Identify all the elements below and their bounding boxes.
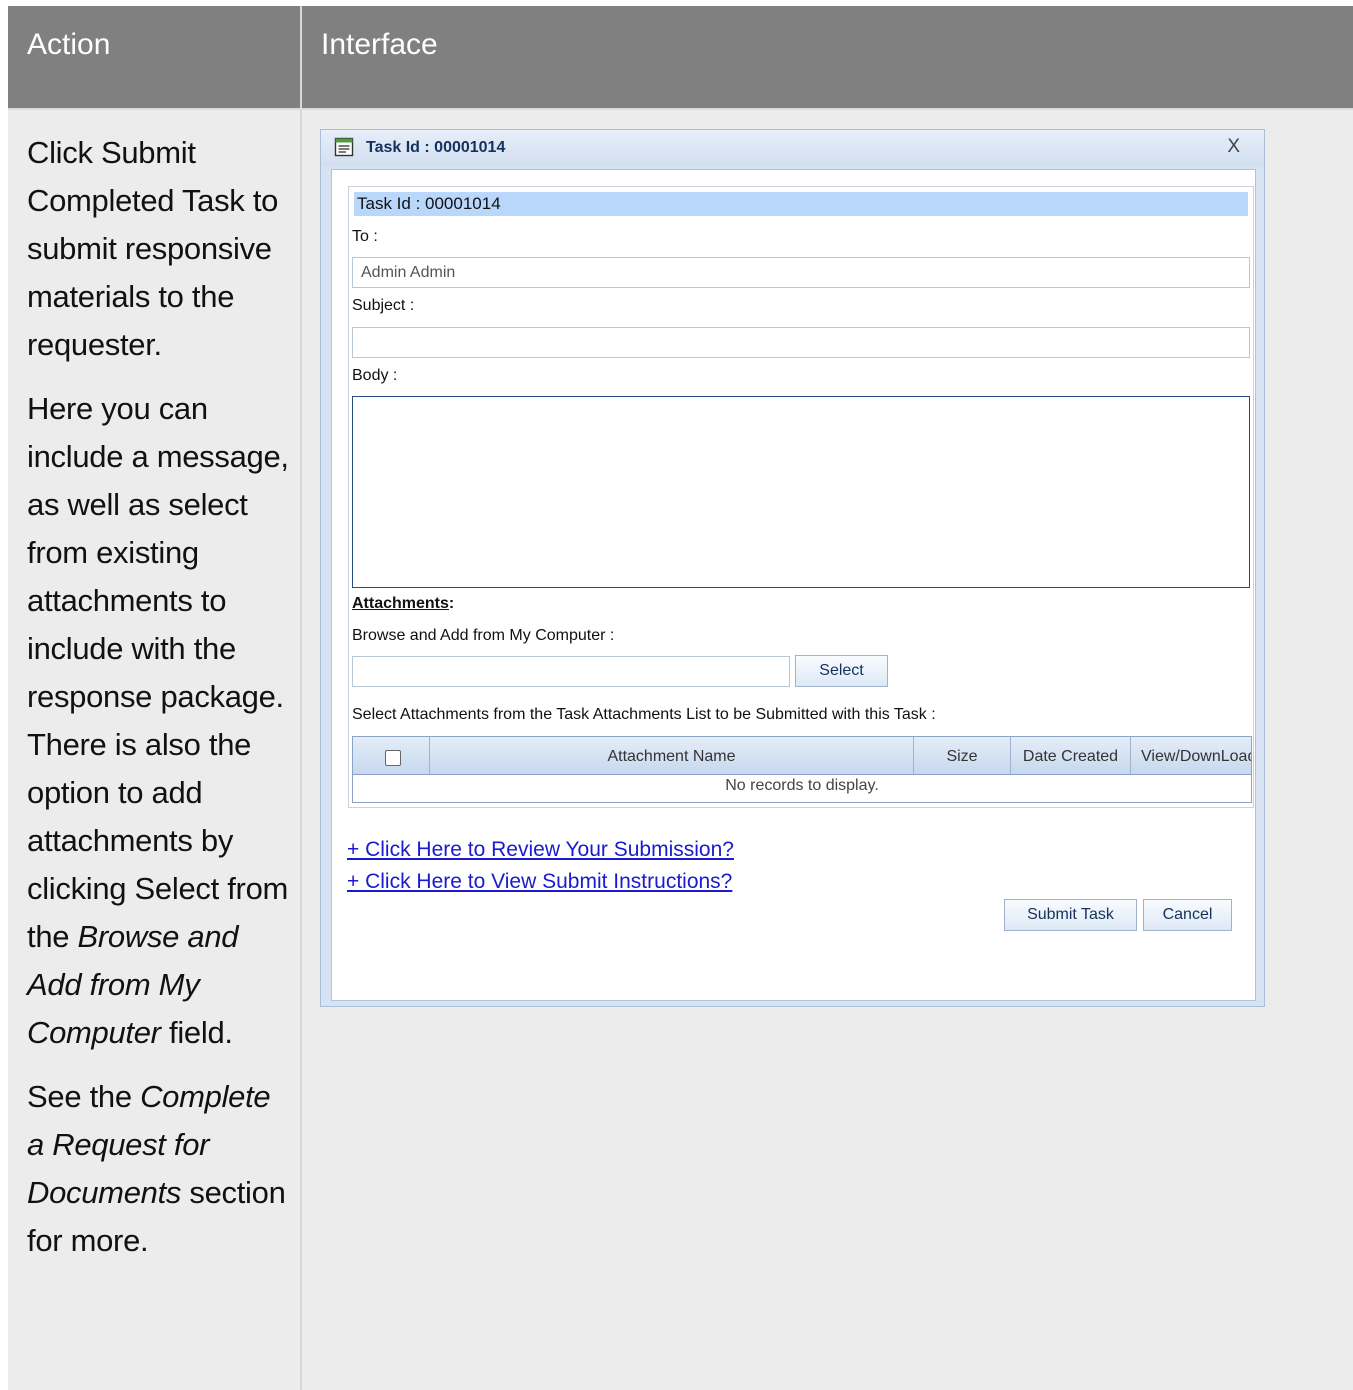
subject-label: Subject :: [352, 297, 415, 314]
browse-label: Browse and Add from My Computer :: [352, 627, 615, 644]
grid-header: Attachment Name Size Date Created View/D…: [353, 737, 1251, 775]
header-border: [8, 108, 1353, 110]
action-text-span: See the: [27, 1079, 141, 1114]
task-dialog: Task Id : 00001014 X Task Id : 00001014 …: [320, 129, 1265, 1007]
dialog-titlebar[interactable]: Task Id : 00001014 X: [321, 130, 1264, 166]
grid-header-check-cell: [353, 737, 430, 774]
action-paragraph-2: Here you can include a message, as well …: [27, 385, 292, 1057]
review-submission-link[interactable]: + Click Here to Review Your Submission?: [347, 838, 734, 862]
attachments-colon: :: [448, 595, 455, 612]
action-cell: Click Submit Completed Task to submit re…: [8, 109, 300, 1390]
dialog-body: Task Id : 00001014 To : Admin Admin Subj…: [331, 169, 1256, 1001]
select-all-checkbox[interactable]: [385, 750, 401, 766]
cancel-button[interactable]: Cancel: [1143, 899, 1232, 931]
grid-header-date-created[interactable]: Date Created: [1011, 737, 1131, 774]
action-text: Click Submit Completed Task to submit re…: [27, 129, 292, 1281]
close-icon[interactable]: X: [1227, 136, 1240, 158]
subject-input[interactable]: [352, 327, 1250, 358]
header-action: Action: [8, 6, 300, 109]
task-id-bar: Task Id : 00001014: [354, 192, 1248, 216]
action-text-span: Here you can include a message, as well …: [27, 391, 289, 954]
to-value: Admin Admin: [361, 264, 456, 281]
form-icon: [334, 137, 354, 157]
attachments-heading: Attachments:: [352, 595, 454, 613]
attachments-label: Attachments: [352, 595, 449, 612]
grid-header-size[interactable]: Size: [914, 737, 1011, 774]
body-textarea[interactable]: [352, 396, 1250, 588]
file-path-input[interactable]: [352, 656, 790, 687]
grid-header-view-download[interactable]: View/DownLoad: [1131, 737, 1251, 774]
task-id-text: Task Id : 00001014: [357, 194, 501, 213]
submit-task-button[interactable]: Submit Task: [1004, 899, 1137, 931]
attachments-grid: Attachment Name Size Date Created View/D…: [352, 736, 1252, 803]
dialog-title: Task Id : 00001014: [366, 139, 506, 156]
select-button[interactable]: Select: [795, 655, 888, 687]
grid-header-attachment-name[interactable]: Attachment Name: [430, 737, 914, 774]
grid-empty-message: No records to display.: [725, 777, 879, 794]
header-action-label: Action: [27, 28, 111, 61]
action-text-span: field.: [160, 1015, 233, 1050]
view-instructions-link[interactable]: + Click Here to View Submit Instructions…: [347, 870, 732, 894]
action-paragraph-1: Click Submit Completed Task to submit re…: [27, 135, 279, 362]
to-label: To :: [352, 228, 378, 245]
to-field[interactable]: Admin Admin: [352, 257, 1250, 288]
body-label: Body :: [352, 367, 398, 384]
header-interface-label: Interface: [321, 28, 438, 61]
header-interface: Interface: [302, 6, 1353, 109]
select-list-label: Select Attachments from the Task Attachm…: [352, 706, 936, 723]
action-paragraph-3: See the Complete a Request for Documents…: [27, 1073, 292, 1265]
